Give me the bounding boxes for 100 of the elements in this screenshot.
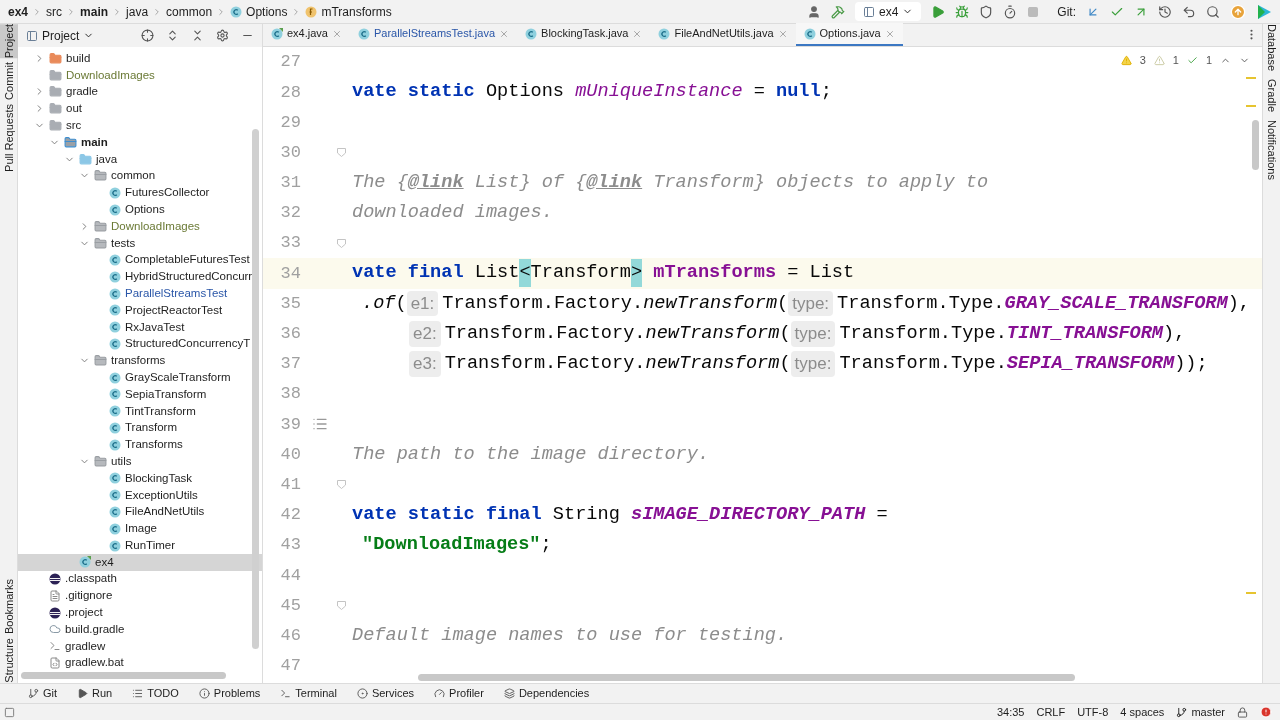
tree-item[interactable]: build bbox=[18, 50, 262, 67]
tree-item[interactable]: Options bbox=[18, 201, 262, 218]
line-number: 42 bbox=[279, 504, 301, 527]
tool-window-tab[interactable]: Notifications bbox=[1263, 120, 1280, 181]
tree-item[interactable]: java bbox=[18, 150, 262, 168]
tree-item[interactable]: gradle bbox=[18, 83, 262, 101]
code-token: downloaded images. bbox=[352, 201, 553, 226]
tree-item[interactable]: ProjectReactorTest bbox=[18, 301, 262, 319]
tree-item[interactable]: .classpath bbox=[18, 570, 262, 588]
indent-setting[interactable]: 4 spaces bbox=[1120, 703, 1165, 720]
tree-item[interactable]: utils bbox=[18, 453, 262, 470]
editor-tab[interactable]: FileAndNetUtils.java bbox=[650, 23, 796, 46]
editor-tab[interactable]: ex4.java bbox=[263, 23, 350, 46]
tree-item[interactable]: BlockingTask bbox=[18, 469, 262, 487]
tree-item[interactable]: FuturesCollector bbox=[18, 184, 262, 202]
code-token: < bbox=[519, 259, 531, 288]
tool-window-tab[interactable]: Gradle bbox=[1263, 79, 1280, 113]
tree-item[interactable]: src bbox=[18, 117, 262, 134]
tool-window-button[interactable]: Run bbox=[77, 685, 113, 702]
code-token: null bbox=[776, 80, 821, 105]
code-token: Transform} objects to apply to bbox=[652, 170, 989, 195]
tree-item[interactable]: DownloadImages bbox=[18, 66, 262, 84]
breadcrumb[interactable]: ex4 bbox=[8, 2, 29, 21]
tool-window-tab[interactable]: Structure bbox=[0, 638, 18, 683]
code-token: List bbox=[474, 261, 520, 286]
tree-item[interactable]: build.gradle bbox=[18, 621, 262, 638]
line-number: 35 bbox=[279, 292, 301, 315]
code-token: newTransform bbox=[645, 352, 780, 376]
git-branch-widget[interactable]: master bbox=[1176, 703, 1225, 720]
code-token: mTransforms bbox=[652, 261, 777, 286]
editor-tab[interactable]: BlockingTask.java bbox=[517, 23, 651, 46]
editor-tab[interactable]: Options.java bbox=[795, 23, 903, 46]
tree-item[interactable]: CompletableFuturesTest bbox=[18, 251, 262, 269]
tool-window-tab[interactable]: Commit bbox=[0, 62, 18, 101]
tree-item[interactable]: common bbox=[18, 167, 262, 185]
tree-item[interactable]: RxJavaTest bbox=[18, 318, 262, 336]
tool-window-button[interactable]: Dependencies bbox=[503, 685, 590, 702]
line-number: 29 bbox=[279, 111, 301, 134]
line-number: 27 bbox=[279, 51, 301, 74]
code-token: Transform.Factory. bbox=[444, 352, 646, 376]
run-configuration-dropdown[interactable]: ex4 bbox=[854, 2, 922, 21]
line-number: 32 bbox=[279, 202, 301, 225]
line-number: 47 bbox=[279, 655, 301, 678]
code-token: ( bbox=[395, 291, 407, 316]
tree-item[interactable]: FileAndNetUtils bbox=[18, 503, 262, 521]
line-number: 43 bbox=[279, 534, 301, 557]
tree-item[interactable]: gradlew.bat bbox=[18, 654, 262, 672]
parameter-hint: e1: bbox=[406, 290, 439, 317]
tool-window-button[interactable]: Problems bbox=[198, 685, 261, 702]
tree-item[interactable]: ParallelStreamsTest bbox=[18, 285, 262, 302]
tree-item[interactable]: ExceptionUtils bbox=[18, 486, 262, 504]
tree-item[interactable]: DownloadImages bbox=[18, 217, 262, 235]
tool-window-button[interactable]: Terminal bbox=[280, 685, 337, 702]
code-token: Transform.Type. bbox=[839, 321, 1007, 346]
breadcrumb[interactable]: mTransforms bbox=[321, 2, 392, 21]
tool-window-tab[interactable]: Pull Requests bbox=[0, 104, 18, 172]
editor-tab[interactable]: ParallelStreamsTest.java bbox=[350, 23, 518, 46]
tree-item[interactable]: StructuredConcurrencyT bbox=[18, 335, 262, 353]
tree-item[interactable]: .gitignore bbox=[18, 587, 262, 605]
tree-item[interactable]: .project bbox=[18, 604, 262, 622]
tool-window-tab[interactable]: Project bbox=[0, 24, 18, 59]
breadcrumb[interactable]: main bbox=[80, 2, 109, 21]
code-token: TINT_TRANSFORM bbox=[1006, 321, 1164, 346]
breadcrumb[interactable]: Options bbox=[246, 2, 288, 21]
tree-item[interactable]: RunTimer bbox=[18, 537, 262, 554]
tree-item[interactable]: TintTransform bbox=[18, 402, 262, 420]
tool-window-tab[interactable]: Bookmarks bbox=[0, 579, 18, 635]
inspection-widget[interactable]: 3 1 1 bbox=[1120, 52, 1250, 69]
line-number: 33 bbox=[279, 232, 301, 255]
parameter-hint: type: bbox=[790, 321, 836, 347]
line-separator[interactable]: CRLF bbox=[1036, 703, 1066, 720]
code-token: > bbox=[631, 259, 643, 288]
tree-item[interactable]: main bbox=[18, 134, 262, 151]
tree-item[interactable]: tests bbox=[18, 234, 262, 252]
breadcrumb[interactable]: common bbox=[166, 2, 213, 21]
code-token: Options bbox=[485, 80, 565, 105]
tool-window-button[interactable]: Git bbox=[28, 685, 58, 702]
code-token: The { bbox=[352, 170, 408, 195]
line-number: 31 bbox=[279, 172, 301, 195]
tool-window-tab[interactable]: Database bbox=[1263, 24, 1280, 72]
tree-item[interactable]: ex4 bbox=[18, 553, 262, 571]
breadcrumb[interactable]: src bbox=[46, 2, 63, 21]
tree-item[interactable]: HybridStructuredConcurr bbox=[18, 268, 262, 286]
tree-item[interactable]: SepiaTransform bbox=[18, 385, 262, 403]
tool-window-button[interactable]: Profiler bbox=[434, 685, 484, 702]
code-token: Transform.Type. bbox=[839, 352, 1007, 376]
caret-position[interactable]: 34:35 bbox=[996, 703, 1025, 720]
breadcrumb[interactable]: java bbox=[126, 2, 149, 21]
tool-window-button[interactable]: TODO bbox=[132, 685, 179, 702]
tree-item[interactable]: Image bbox=[18, 520, 262, 538]
tree-item[interactable]: transforms bbox=[18, 352, 262, 370]
code-token: )); bbox=[1174, 352, 1208, 376]
line-number: 36 bbox=[279, 323, 301, 346]
tree-item[interactable]: Transform bbox=[18, 419, 262, 437]
tree-item[interactable]: out bbox=[18, 100, 262, 118]
tool-window-button[interactable]: Services bbox=[356, 685, 415, 702]
tree-item[interactable]: Transforms bbox=[18, 436, 262, 454]
file-encoding[interactable]: UTF-8 bbox=[1077, 703, 1109, 720]
tree-item[interactable]: gradlew bbox=[18, 637, 262, 655]
tree-item[interactable]: GrayScaleTransform bbox=[18, 369, 262, 386]
